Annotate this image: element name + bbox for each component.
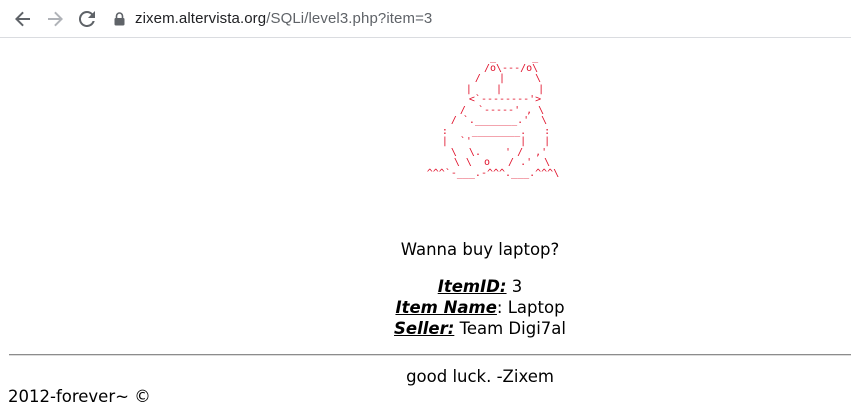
seller-value: Team Digi7al — [454, 319, 566, 338]
ascii-art-frog: _ _ /o\---/o\ / | \ | | | <`--------'> /… — [426, 52, 560, 179]
lock-icon[interactable] — [114, 11, 125, 26]
page-question: Wanna buy laptop? — [400, 240, 560, 259]
arrow-left-icon — [15, 11, 30, 26]
url-text[interactable]: zixem.altervista.org/SQLi/level3.php?ite… — [135, 10, 432, 27]
url-host: zixem.altervista.org — [135, 10, 267, 27]
item-id-value: 3 — [506, 277, 523, 296]
item-id-label: ItemID: — [437, 277, 507, 296]
horizontal-divider — [9, 354, 851, 356]
item-details: ItemID: 3 Item Name: Laptop Seller: Team… — [0, 276, 851, 339]
page-content: _ _ /o\---/o\ / | \ | | | <`--------'> /… — [0, 38, 851, 417]
item-name-value: : Laptop — [496, 298, 565, 317]
item-name-row: Item Name: Laptop — [0, 297, 851, 318]
good-luck-text: good luck. -Zixem — [406, 367, 554, 386]
url-path: /SQLi/level3.php?item=3 — [266, 10, 433, 27]
address-bar[interactable]: zixem.altervista.org/SQLi/level3.php?ite… — [114, 10, 432, 27]
arrow-right-icon — [48, 11, 63, 26]
back-button[interactable] — [8, 4, 38, 34]
seller-label: Seller: — [394, 319, 455, 338]
forward-button[interactable] — [40, 4, 70, 34]
reload-button[interactable] — [72, 4, 102, 34]
seller-row: Seller: Team Digi7al — [0, 318, 851, 339]
item-id-row: ItemID: 3 — [0, 276, 851, 297]
footer-copyright: 2012-forever~ © — [8, 387, 151, 406]
browser-toolbar: zixem.altervista.org/SQLi/level3.php?ite… — [0, 0, 851, 38]
item-name-label: Item Name — [395, 298, 497, 317]
reload-icon — [79, 10, 95, 27]
